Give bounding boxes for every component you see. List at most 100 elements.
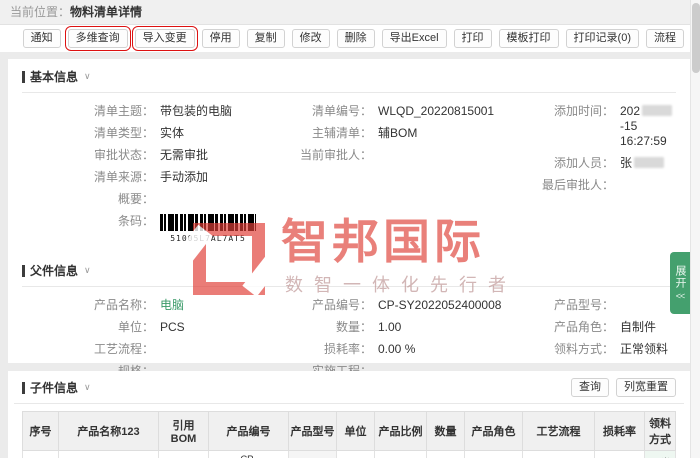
child-parts-table: 序号产品名称123引用BOM产品编号产品型号单位产品比例数量产品角色工艺流程损耗… (22, 411, 676, 458)
redacted-suffix: -15 16:27:59 (620, 119, 667, 148)
chevron-down-icon[interactable]: ∨ (84, 382, 91, 393)
child-section-header: 子件信息 ∨ 查询列宽重置 (8, 371, 690, 397)
barcode-field: 51005L7AL7AT5 (160, 214, 256, 246)
page-title: 物料清单详情 (70, 5, 142, 19)
field-label: 清单来源： (58, 170, 160, 185)
field-row: 产品名称：电脑 (58, 298, 276, 313)
toolbar-button[interactable]: 通知 (23, 29, 61, 48)
toolbar-button[interactable]: 流程 (646, 29, 684, 48)
field-label: 产品角色： (518, 320, 620, 335)
barcode-image (160, 214, 256, 231)
table-header-cell[interactable]: 序号 (23, 412, 59, 451)
field-row: 概要： (58, 192, 276, 207)
table-cell-product-name: +保持架 (59, 451, 159, 458)
toolbar-button[interactable]: 模板打印 (499, 29, 559, 48)
table-cell (523, 451, 595, 458)
field-row: 产品型号： (518, 298, 682, 313)
table-header-cell[interactable]: 产品角色 (465, 412, 523, 451)
table-cell: 个 (337, 451, 375, 458)
table-header-cell[interactable]: 产品比例 (375, 412, 427, 451)
expand-panel-tab[interactable]: 展开 << (670, 252, 690, 314)
table-header-cell[interactable]: 工艺流程 (523, 412, 595, 451)
breadcrumb-prefix: 当前位置： (10, 5, 70, 19)
divider (14, 403, 684, 404)
redacted-blur (634, 157, 664, 168)
field-row: 添加时间：202-15 16:27:59 (518, 104, 682, 149)
field-row: 添加人员：张 (518, 156, 682, 171)
table-header-cell[interactable]: 引用BOM (159, 412, 209, 451)
field-label: 最后审批人： (518, 178, 620, 193)
table-header-cell[interactable]: 损耗率 (595, 412, 645, 451)
field-label: 单位： (58, 320, 160, 335)
field-row: 产品角色：自制件 (518, 320, 682, 335)
field-row: 清单类型：实体 (58, 126, 276, 141)
child-table-button[interactable]: 列宽重置 (616, 378, 676, 397)
basic-section-header: 基本信息 ∨ (16, 68, 682, 85)
table-cell: CP-SB2020070800005 (209, 451, 289, 458)
parent-section-title: 父件信息 (30, 262, 78, 279)
table-cell (289, 451, 337, 458)
chevron-down-icon[interactable]: ∨ (84, 71, 91, 82)
table-header-cell[interactable]: 产品名称123 (59, 412, 159, 451)
product-link[interactable]: 电脑 (160, 298, 184, 313)
redacted-prefix: 张 (620, 156, 632, 170)
toolbar-button[interactable]: 导出Excel (382, 29, 447, 48)
field-label: 概要： (58, 192, 160, 207)
table-cell: 0.00 % (595, 451, 645, 458)
table-cell: 1 (23, 451, 59, 458)
table-header-cell[interactable]: 产品编号 (209, 412, 289, 451)
table-cell: 2.00 (427, 451, 465, 458)
field-row: 审批状态：无需审批 (58, 148, 276, 163)
field-label: 领料方式： (518, 342, 620, 357)
table-header-cell[interactable]: 产品型号 (289, 412, 337, 451)
field-value: 带包装的电脑 (160, 104, 232, 119)
field-value: 1.00 (378, 320, 401, 335)
child-section-title: 子件信息 (30, 379, 78, 396)
field-row: 工艺流程： (58, 342, 276, 357)
field-label: 清单主题： (58, 104, 160, 119)
table-header-row: 序号产品名称123引用BOM产品编号产品型号单位产品比例数量产品角色工艺流程损耗… (23, 412, 676, 451)
field-row: 清单主题：带包装的电脑 (58, 104, 276, 119)
toolbar-button[interactable]: 停用 (202, 29, 240, 48)
field-row: 当前审批人： (276, 148, 518, 163)
field-label: 清单类型： (58, 126, 160, 141)
table-cell (159, 451, 209, 458)
field-row: 清单编号：WLQD_20220815001 (276, 104, 518, 119)
toolbar-button[interactable]: 修改 (292, 29, 330, 48)
toolbar-button[interactable]: 打印 (454, 29, 492, 48)
table-header-cell[interactable]: 领料方式 (645, 412, 676, 451)
field-value: 正常领料 (620, 342, 668, 357)
field-label: 损耗率： (276, 342, 378, 357)
field-label: 产品名称： (58, 298, 160, 313)
field-label: 产品型号： (518, 298, 620, 313)
field-value: 自制件 (620, 320, 656, 335)
field-row: 清单来源：手动添加 (58, 170, 276, 185)
breadcrumb: 当前位置：物料清单详情 (0, 0, 700, 25)
toolbar-button[interactable]: 打印记录(0) (566, 29, 639, 48)
child-table-button[interactable]: 查询 (571, 378, 609, 397)
field-row: 数量：1.00 (276, 320, 518, 335)
basic-fields: 清单主题：带包装的电脑清单类型：实体审批状态：无需审批清单来源：手动添加概要：条… (16, 104, 682, 253)
section-bar (22, 265, 25, 277)
toolbar-button[interactable]: 多维查询 (68, 29, 128, 48)
toolbar-button[interactable]: 删除 (337, 29, 375, 48)
field-column: 添加时间：202-15 16:27:59 添加人员：张最后审批人： (518, 104, 682, 253)
toolbar-button[interactable]: 复制 (247, 29, 285, 48)
page-scrollbar[interactable] (690, 0, 700, 458)
collapse-arrows-icon: << (676, 291, 685, 301)
parent-section-header: 父件信息 ∨ (16, 262, 682, 279)
field-row: 主辅清单：辅BOM (276, 126, 518, 141)
main-card: 基本信息 ∨ 清单主题：带包装的电脑清单类型：实体审批状态：无需审批清单来源：手… (8, 59, 690, 363)
expand-tab-label: 展开 (674, 265, 686, 289)
table-header-cell[interactable]: 单位 (337, 412, 375, 451)
toolbar-button[interactable]: 导入变更 (135, 29, 195, 48)
redacted-blur (642, 105, 672, 116)
field-row: 损耗率：0.00 % (276, 342, 518, 357)
table-cell: 委外件 (465, 451, 523, 458)
table-cell: 正常领料 (645, 451, 676, 458)
table-header-cell[interactable]: 数量 (427, 412, 465, 451)
chevron-down-icon[interactable]: ∨ (84, 265, 91, 276)
section-basic-info: 基本信息 ∨ 清单主题：带包装的电脑清单类型：实体审批状态：无需审批清单来源：手… (8, 59, 690, 253)
scrollbar-thumb[interactable] (692, 3, 700, 73)
toolbar: 通知多维查询导入变更停用复制修改删除导出Excel 打印模板打印打印记录(0) 流程 (0, 25, 700, 52)
